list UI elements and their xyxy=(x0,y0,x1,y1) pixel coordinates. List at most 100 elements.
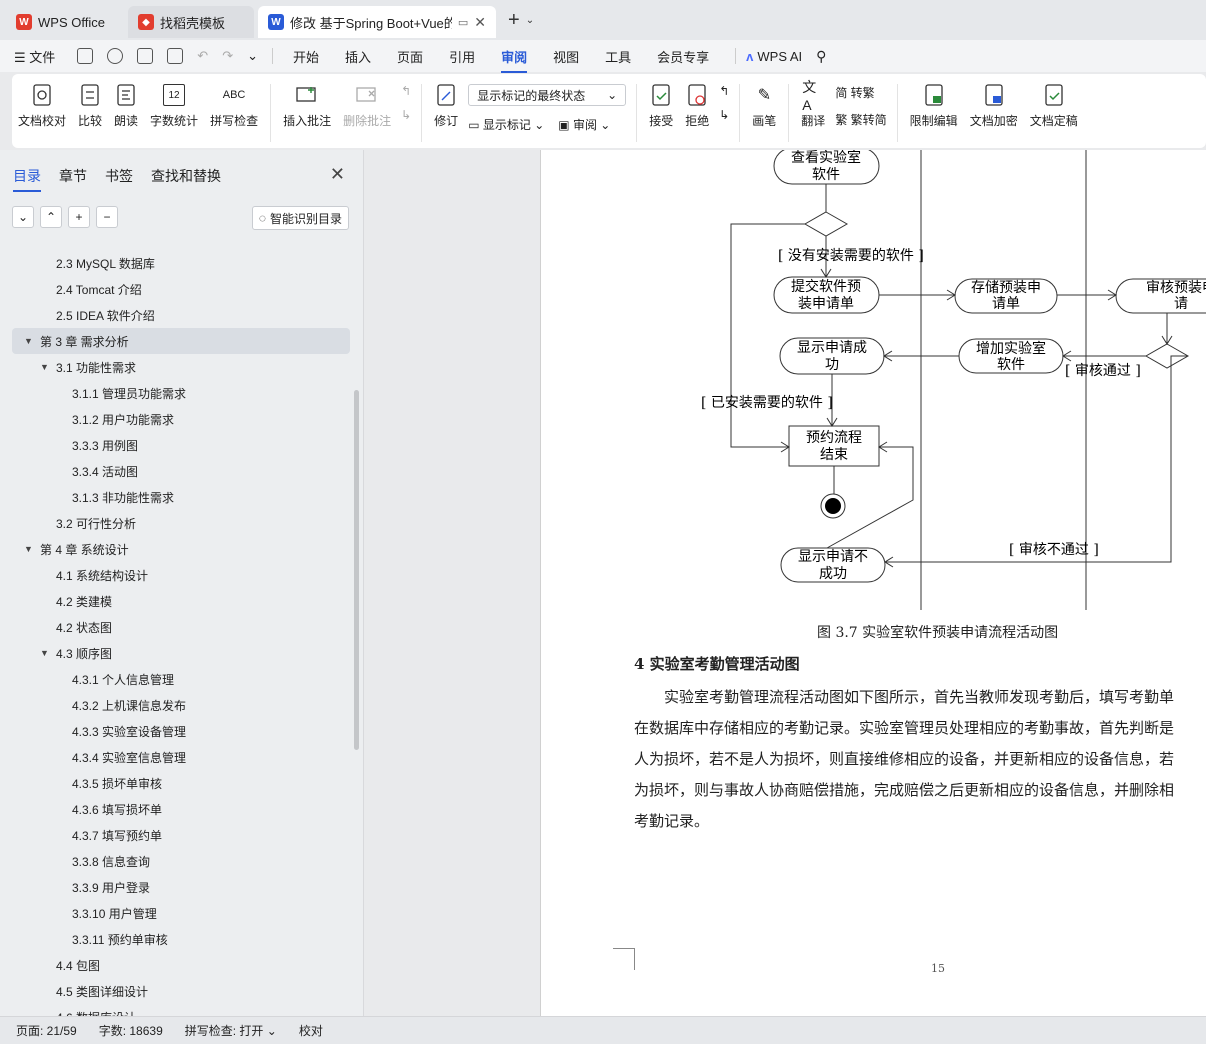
toc-item[interactable]: 4.3.5 损坏单审核 xyxy=(0,770,352,796)
translate-button[interactable]: 文A 翻译 xyxy=(801,79,825,129)
print-icon[interactable] xyxy=(137,48,154,64)
tab-docer-templates[interactable]: ◆ 找稻壳模板 xyxy=(128,6,254,38)
toc-item[interactable]: 2.5 IDEA 软件介绍 xyxy=(0,302,352,328)
encrypt-label: 文档加密 xyxy=(969,114,1018,128)
page-indicator[interactable]: 页面: 21/59 xyxy=(16,1022,77,1039)
toc-item[interactable]: 4.5 类图详细设计 xyxy=(0,978,352,1004)
toc-item[interactable]: 3.3.10 用户管理 xyxy=(0,900,352,926)
to-simplified-button[interactable]: 繁 繁转简 xyxy=(835,111,886,128)
expand-arrow-icon[interactable]: ▼ xyxy=(24,336,40,346)
to-traditional-button[interactable]: 简 转繁 xyxy=(835,84,886,101)
search-icon[interactable]: ⚲ xyxy=(816,48,826,65)
pen-button[interactable]: ✎ 画笔 xyxy=(752,84,776,129)
prev-comment-icon[interactable]: ↰ xyxy=(401,84,411,98)
navigation-pane: 目录 章节 书签 查找和替换 ✕ ⌄ ⌃ + − ◌ 智能识别目录 2.3 My… xyxy=(0,150,364,1025)
toc-item[interactable]: 2.3 MySQL 数据库 xyxy=(0,250,352,276)
track-changes-button[interactable]: 修订 xyxy=(434,84,458,129)
word-count-button[interactable]: 12 字数统计 xyxy=(150,84,198,129)
toc-item[interactable]: 4.2 状态图 xyxy=(0,614,352,640)
menu-page[interactable]: 页面 xyxy=(397,47,423,66)
proofread-status[interactable]: 校对 xyxy=(299,1022,323,1039)
toc-item[interactable]: 2.4 Tomcat 介绍 xyxy=(0,276,352,302)
tab-wps-office[interactable]: W WPS Office xyxy=(6,6,124,38)
menu-view[interactable]: 视图 xyxy=(553,47,579,66)
remove-heading-button[interactable]: − xyxy=(96,206,118,228)
toc-item[interactable]: 4.1 系统结构设计 xyxy=(0,562,352,588)
next-change-icon[interactable]: ↳ xyxy=(719,108,729,122)
chevron-down-icon[interactable]: ⌄ xyxy=(526,15,534,26)
expand-arrow-icon[interactable]: ▼ xyxy=(40,648,56,658)
toc-item[interactable]: 3.1.2 用户功能需求 xyxy=(0,406,352,432)
toc-item[interactable]: 4.2 类建模 xyxy=(0,588,352,614)
insert-comment-button[interactable]: 插入批注 xyxy=(283,84,331,129)
wps-ai-button[interactable]: ʌ WPS AI xyxy=(746,49,802,64)
toc-item[interactable]: 4.3.2 上机课信息发布 xyxy=(0,692,352,718)
toc-item[interactable]: 3.3.8 信息查询 xyxy=(0,848,352,874)
prev-change-icon[interactable]: ↰ xyxy=(719,84,729,98)
undo-icon[interactable]: ↶ xyxy=(197,48,208,64)
markup-mode-select[interactable]: 显示标记的最终状态 ⌄ xyxy=(468,84,627,106)
delete-comment-button[interactable]: 删除批注 xyxy=(343,84,391,129)
restrict-edit-button[interactable]: 限制编辑 xyxy=(910,84,958,129)
toc-item[interactable]: 4.3.3 实验室设备管理 xyxy=(0,718,352,744)
menu-tools[interactable]: 工具 xyxy=(605,47,631,66)
add-heading-button[interactable]: + xyxy=(68,206,90,228)
save-icon[interactable] xyxy=(77,48,94,64)
toc-scrollbar[interactable] xyxy=(354,390,359,750)
tab-toc[interactable]: 目录 xyxy=(13,166,41,192)
compare-button[interactable]: 比较 xyxy=(78,84,102,129)
menu-references[interactable]: 引用 xyxy=(449,47,475,66)
show-markup-button[interactable]: ▭ 显示标记 ⌄ xyxy=(468,116,544,133)
menu-insert[interactable]: 插入 xyxy=(345,47,371,66)
menu-review[interactable]: 审阅 xyxy=(501,47,528,73)
spell-check-button[interactable]: ABC 拼写检查 xyxy=(210,84,258,129)
chevron-down-icon[interactable]: ⌄ xyxy=(247,48,258,64)
toc-item[interactable]: 4.3.1 个人信息管理 xyxy=(0,666,352,692)
smart-toc-button[interactable]: ◌ 智能识别目录 xyxy=(251,206,349,230)
toc-item[interactable]: 3.3.11 预约单审核 xyxy=(0,926,352,952)
expand-arrow-icon[interactable]: ▼ xyxy=(24,544,40,554)
toc-item[interactable]: ▼ 3.1 功能性需求 xyxy=(0,354,352,380)
toc-item[interactable]: 3.1.1 管理员功能需求 xyxy=(0,380,352,406)
redo-icon[interactable]: ↷ xyxy=(222,48,233,64)
toc-item[interactable]: 3.1.3 非功能性需求 xyxy=(0,484,352,510)
toc-item[interactable]: 4.3.6 填写损坏单 xyxy=(0,796,352,822)
toc-item[interactable]: 3.3.3 用例图 xyxy=(0,432,352,458)
toc-item[interactable]: 3.2 可行性分析 xyxy=(0,510,352,536)
reject-button[interactable]: 拒绝 xyxy=(685,84,709,129)
compare-icon xyxy=(79,84,101,106)
close-icon[interactable]: ✕ xyxy=(330,164,345,185)
word-count-indicator[interactable]: 字数: 18639 xyxy=(99,1022,163,1039)
toc-item[interactable]: 4.3.4 实验室信息管理 xyxy=(0,744,352,770)
tab-find-replace[interactable]: 查找和替换 xyxy=(151,166,221,186)
toc-item[interactable]: ▼ 第 3 章 需求分析 xyxy=(12,328,350,354)
file-menu[interactable]: ☰ 文件 xyxy=(14,47,55,66)
toc-item[interactable]: 4.3.7 填写预约单 xyxy=(0,822,352,848)
close-tab-icon[interactable]: ✕ xyxy=(474,14,486,31)
toc-item[interactable]: 4.4 包图 xyxy=(0,952,352,978)
new-tab-button[interactable]: + xyxy=(508,9,520,32)
finalize-button[interactable]: 文档定稿 xyxy=(1030,84,1078,129)
review-pane-button[interactable]: ▣ 审阅 ⌄ xyxy=(558,116,610,133)
menu-member[interactable]: 会员专享 xyxy=(657,47,709,66)
tab-chapters[interactable]: 章节 xyxy=(59,166,87,186)
toc-item[interactable]: ▼ 4.3 顺序图 xyxy=(0,640,352,666)
tab-bookmarks[interactable]: 书签 xyxy=(105,166,133,186)
expand-all-button[interactable]: ⌄ xyxy=(12,206,34,228)
toc-item[interactable]: 3.3.4 活动图 xyxy=(0,458,352,484)
menu-home[interactable]: 开始 xyxy=(293,47,319,66)
expand-arrow-icon[interactable]: ▼ xyxy=(40,362,56,372)
proofread-button[interactable]: 文档校对 xyxy=(18,84,66,129)
next-comment-icon[interactable]: ↳ xyxy=(401,108,411,122)
toc-item-label: 4.3.6 填写损坏单 xyxy=(72,802,163,817)
accept-button[interactable]: 接受 xyxy=(649,84,673,129)
share-icon[interactable] xyxy=(107,48,124,64)
toc-item[interactable]: 3.3.9 用户登录 xyxy=(0,874,352,900)
spell-check-status[interactable]: 拼写检查: 打开 ⌄ xyxy=(185,1022,277,1039)
read-aloud-button[interactable]: 朗读 xyxy=(114,84,138,129)
encrypt-button[interactable]: 文档加密 xyxy=(970,84,1018,129)
tab-current-document[interactable]: W 修改 基于Spring Boot+Vue的 ▭ ✕ xyxy=(258,6,496,38)
print-preview-icon[interactable] xyxy=(167,48,184,64)
toc-item[interactable]: ▼ 第 4 章 系统设计 xyxy=(0,536,352,562)
collapse-all-button[interactable]: ⌃ xyxy=(40,206,62,228)
